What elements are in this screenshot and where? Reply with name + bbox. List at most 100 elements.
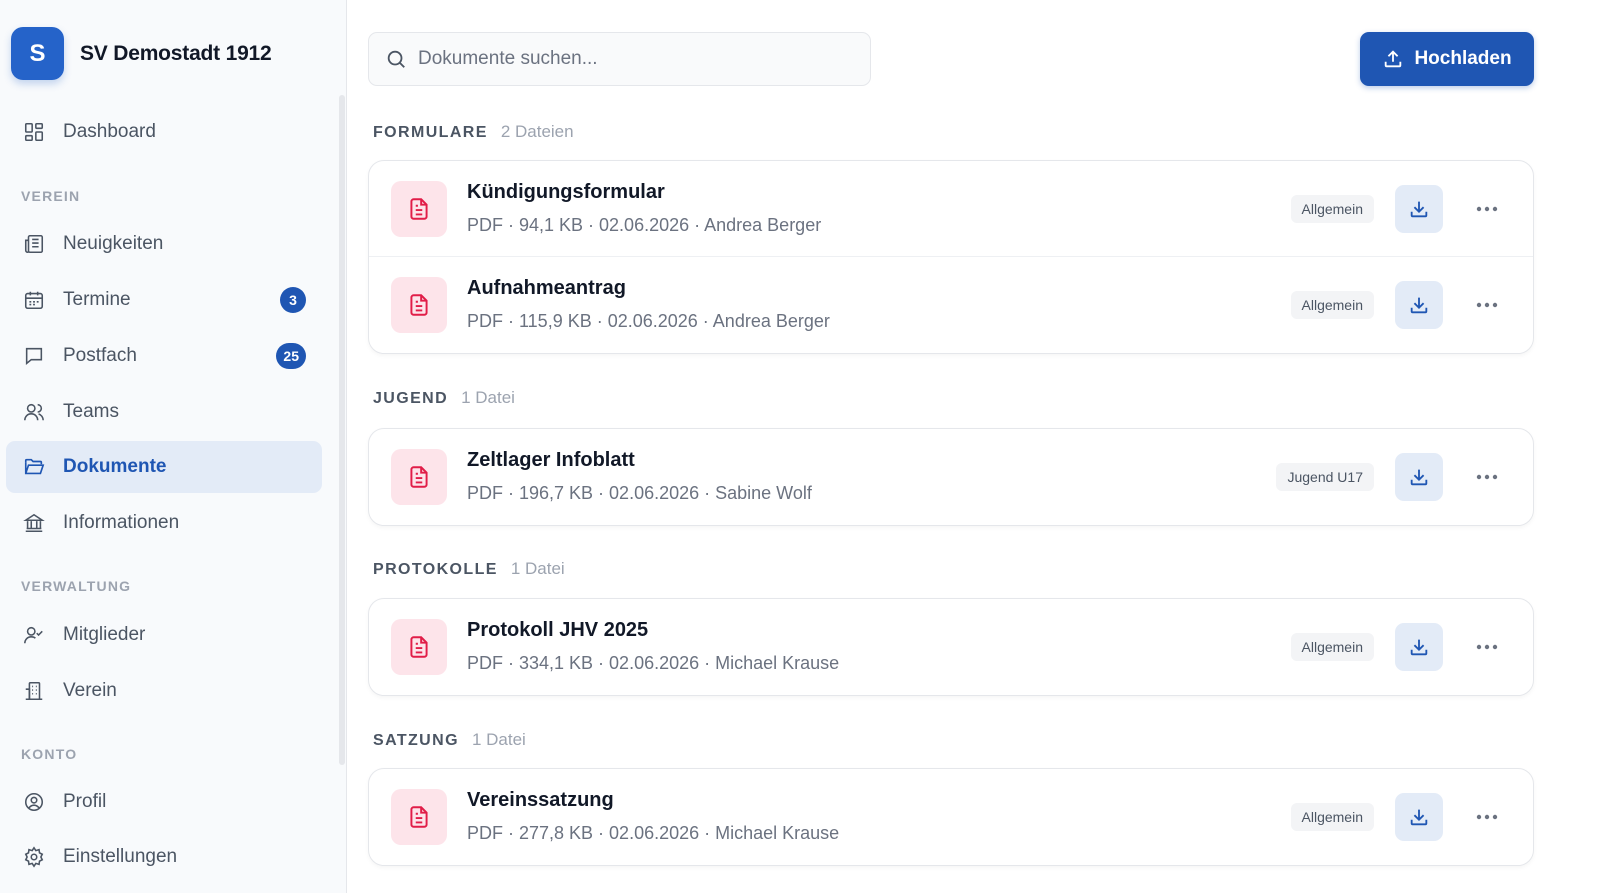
- postfach-count-badge: 25: [276, 343, 306, 369]
- brand[interactable]: S SV Demostadt 1912: [11, 27, 272, 80]
- document-card: Zeltlager Infoblatt PDF · 196,7 KB · 02.0…: [368, 428, 1534, 526]
- category-tag: Allgemein: [1290, 633, 1374, 661]
- gear-icon: [22, 845, 46, 869]
- user-circle-icon: [22, 790, 46, 814]
- pdf-file-icon: [391, 181, 447, 237]
- document-meta: PDF · 94,1 KB · 02.06.2026 · Andrea Berg…: [467, 215, 822, 235]
- landmark-icon: [22, 511, 46, 535]
- download-button[interactable]: [1395, 453, 1443, 501]
- document-row[interactable]: Protokoll JHV 2025 PDF · 334,1 KB · 02.06…: [369, 599, 1533, 695]
- building-icon: [22, 679, 46, 703]
- sidebar-item-label: Informationen: [63, 512, 180, 533]
- dashboard-icon: [22, 120, 46, 144]
- upload-button-label: Hochladen: [1414, 48, 1512, 69]
- pdf-file-icon: [391, 789, 447, 845]
- document-meta: PDF · 115,9 KB · 02.06.2026 · Andrea Ber…: [467, 311, 830, 331]
- sidebar-scrollbar[interactable]: [339, 95, 345, 765]
- category-tag: Jugend U17: [1276, 463, 1374, 491]
- user-check-icon: [22, 623, 46, 647]
- sidebar-item-einstellungen[interactable]: Einstellungen: [6, 831, 322, 883]
- upload-icon: [1382, 48, 1404, 70]
- group-title: JUGEND: [373, 390, 449, 407]
- sidebar-item-label: Neuigkeiten: [63, 233, 164, 254]
- document-name[interactable]: Kündigungsformular: [467, 181, 665, 204]
- brand-name: SV Demostadt 1912: [80, 41, 272, 65]
- download-icon: [1408, 806, 1430, 828]
- sidebar-item-teams[interactable]: Teams: [6, 386, 322, 438]
- document-card: Protokoll JHV 2025 PDF · 334,1 KB · 02.06…: [368, 598, 1534, 696]
- more-options-button[interactable]: [1463, 453, 1511, 501]
- sidebar-item-dashboard[interactable]: Dashboard: [6, 106, 322, 158]
- more-options-button[interactable]: [1463, 623, 1511, 671]
- category-tag: Allgemein: [1290, 195, 1374, 223]
- group-header: PROTOKOLLE 1 Datei: [373, 559, 565, 579]
- sidebar-item-label: Termine: [63, 289, 131, 310]
- document-meta: PDF · 277,8 KB · 02.06.2026 · Michael Kr…: [467, 823, 840, 843]
- download-icon: [1408, 198, 1430, 220]
- sidebar-item-termine[interactable]: Termine 3: [6, 274, 322, 326]
- document-card: Kündigungsformular PDF · 94,1 KB · 02.06.…: [368, 160, 1534, 354]
- download-icon: [1408, 636, 1430, 658]
- download-button[interactable]: [1395, 185, 1443, 233]
- users-icon: [22, 400, 46, 424]
- search-bar[interactable]: [368, 32, 871, 86]
- section-label-verein: VEREIN: [21, 188, 81, 204]
- sidebar-item-label: Dashboard: [63, 121, 156, 142]
- document-row[interactable]: Kündigungsformular PDF · 94,1 KB · 02.06.…: [369, 161, 1533, 257]
- group-file-count: 1 Datei: [471, 730, 526, 749]
- more-horizontal-icon: [1476, 814, 1498, 820]
- sidebar: S SV Demostadt 1912 Dashboard VEREIN Neu…: [0, 0, 347, 893]
- sidebar-item-mitglieder[interactable]: Mitglieder: [6, 609, 322, 661]
- group-title: PROTOKOLLE: [373, 561, 498, 578]
- document-name[interactable]: Vereinssatzung: [467, 789, 614, 812]
- group-header: JUGEND 1 Datei: [373, 388, 515, 408]
- sidebar-item-label: Dokumente: [63, 456, 167, 477]
- download-button[interactable]: [1395, 623, 1443, 671]
- document-row[interactable]: Zeltlager Infoblatt PDF · 196,7 KB · 02.0…: [369, 429, 1533, 525]
- sidebar-item-label: Profil: [63, 791, 107, 812]
- group-title: SATZUNG: [373, 732, 459, 749]
- download-icon: [1408, 466, 1430, 488]
- sidebar-item-verein[interactable]: Verein: [6, 665, 322, 717]
- more-horizontal-icon: [1476, 474, 1498, 480]
- document-meta: PDF · 196,7 KB · 02.06.2026 · Sabine Wol…: [467, 483, 812, 503]
- document-name[interactable]: Zeltlager Infoblatt: [467, 449, 635, 472]
- message-icon: [22, 344, 46, 368]
- sidebar-item-neuigkeiten[interactable]: Neuigkeiten: [6, 218, 322, 270]
- more-horizontal-icon: [1476, 302, 1498, 308]
- download-icon: [1408, 294, 1430, 316]
- upload-button[interactable]: Hochladen: [1360, 32, 1534, 86]
- sidebar-item-label: Teams: [63, 401, 119, 422]
- group-header: FORMULARE 2 Dateien: [373, 122, 574, 142]
- more-options-button[interactable]: [1463, 793, 1511, 841]
- document-row[interactable]: Aufnahmeantrag PDF · 115,9 KB · 02.06.202…: [369, 257, 1533, 353]
- search-icon: [385, 48, 407, 70]
- pdf-file-icon: [391, 619, 447, 675]
- category-tag: Allgemein: [1290, 291, 1374, 319]
- group-header: SATZUNG 1 Datei: [373, 730, 526, 750]
- termine-count-badge: 3: [280, 287, 306, 313]
- sidebar-item-label: Mitglieder: [63, 624, 146, 645]
- group-file-count: 2 Dateien: [500, 122, 574, 141]
- sidebar-item-postfach[interactable]: Postfach 25: [6, 330, 322, 382]
- section-label-konto: KONTO: [21, 746, 78, 762]
- download-button[interactable]: [1395, 793, 1443, 841]
- document-card: Vereinssatzung PDF · 277,8 KB · 02.06.202…: [368, 768, 1534, 866]
- sidebar-item-dokumente[interactable]: Dokumente: [6, 441, 322, 493]
- search-input[interactable]: [418, 48, 838, 70]
- sidebar-item-informationen[interactable]: Informationen: [6, 497, 322, 549]
- more-options-button[interactable]: [1463, 281, 1511, 329]
- document-meta: PDF · 334,1 KB · 02.06.2026 · Michael Kr…: [467, 653, 840, 673]
- pdf-file-icon: [391, 277, 447, 333]
- sidebar-item-profil[interactable]: Profil: [6, 776, 322, 828]
- sidebar-item-label: Postfach: [63, 345, 137, 366]
- brand-logo: S: [11, 27, 64, 80]
- more-options-button[interactable]: [1463, 185, 1511, 233]
- group-title: FORMULARE: [373, 124, 488, 141]
- document-name[interactable]: Aufnahmeantrag: [467, 277, 626, 300]
- document-row[interactable]: Vereinssatzung PDF · 277,8 KB · 02.06.202…: [369, 769, 1533, 865]
- more-horizontal-icon: [1476, 644, 1498, 650]
- document-name[interactable]: Protokoll JHV 2025: [467, 619, 648, 642]
- download-button[interactable]: [1395, 281, 1443, 329]
- group-file-count: 1 Datei: [461, 388, 515, 407]
